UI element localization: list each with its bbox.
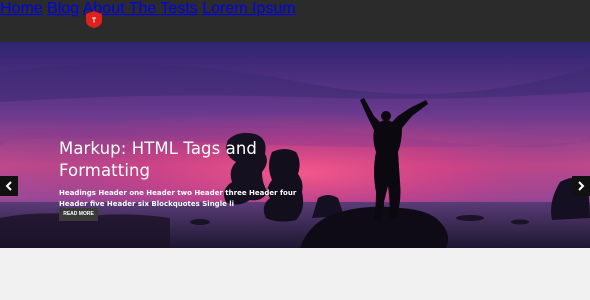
svg-text:T: T: [92, 18, 97, 25]
slider-next-button[interactable]: [572, 176, 590, 196]
nav-item-lorem-ipsum[interactable]: Lorem Ipsum: [202, 0, 295, 17]
nav-item-blog[interactable]: Blog: [47, 0, 79, 17]
nav-item-home[interactable]: Home: [0, 0, 43, 17]
hero-caption: Markup: HTML Tags and Formatting Heading…: [59, 138, 319, 209]
hero-title[interactable]: Markup: HTML Tags and Formatting: [59, 138, 319, 182]
slider-prev-button[interactable]: [0, 176, 18, 196]
page-content-area: [0, 248, 590, 300]
top-navigation-bar: T Home Blog About The Tests Lorem Ipsum: [0, 0, 590, 42]
chevron-left-icon: [5, 181, 12, 191]
chevron-right-icon: [578, 181, 585, 191]
read-more-button[interactable]: READ MORE: [59, 208, 98, 221]
hero-excerpt: Headings Header one Header two Header th…: [59, 189, 297, 208]
logo-icon[interactable]: T: [86, 11, 102, 28]
